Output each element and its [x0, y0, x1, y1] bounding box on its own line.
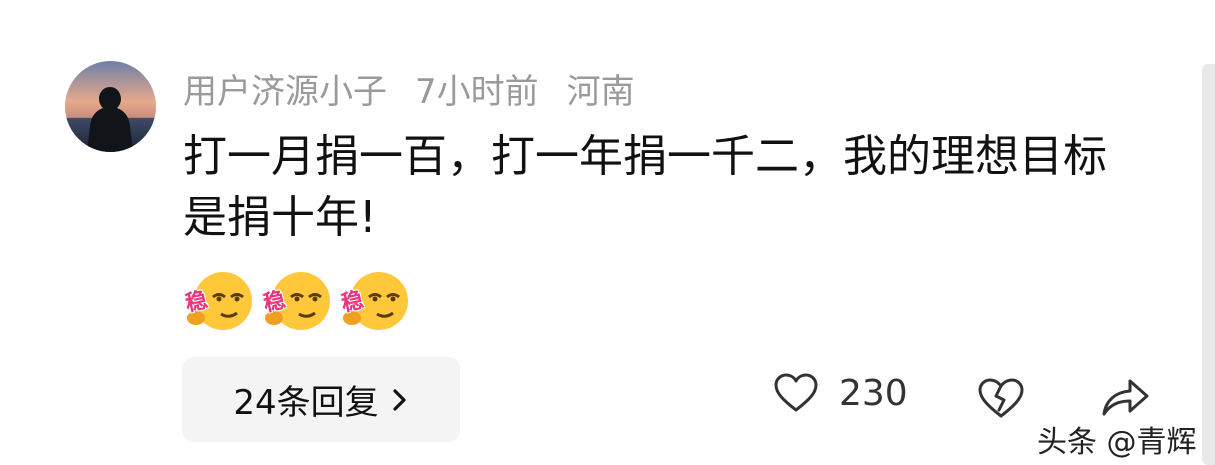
- scrollbar[interactable]: [1202, 64, 1215, 465]
- comment-text: 打一月捐一百，打一年捐一千二，我的理想目标是捐十年!: [183, 131, 1107, 243]
- comment-location: 河南: [566, 71, 635, 112]
- wen-emoji-icon: 稳: [183, 268, 253, 334]
- replies-label: 24条回复: [233, 383, 379, 423]
- emoji-row: 稳 稳 稳: [183, 268, 409, 334]
- comment-time: 7小时前: [415, 71, 539, 112]
- avatar-image: [65, 61, 156, 152]
- username[interactable]: 用户济源小子: [183, 64, 387, 113]
- chevron-right-icon: [393, 388, 406, 411]
- comment-meta: 用户济源小子 7小时前 河南: [183, 64, 635, 112]
- heart-outline-icon: [774, 373, 818, 412]
- wen-emoji-icon: 稳: [339, 268, 409, 334]
- like-button[interactable]: 230: [773, 372, 908, 414]
- like-count: 230: [839, 372, 908, 414]
- share-arrow-icon: [1102, 379, 1149, 416]
- user-avatar[interactable]: [65, 61, 156, 152]
- view-replies-button[interactable]: 24条回复: [182, 357, 460, 442]
- watermark: 头条 @青辉: [1037, 425, 1197, 460]
- dislike-button[interactable]: [976, 376, 1026, 424]
- broken-heart-icon: [978, 378, 1024, 418]
- wen-emoji-icon: 稳: [261, 268, 331, 334]
